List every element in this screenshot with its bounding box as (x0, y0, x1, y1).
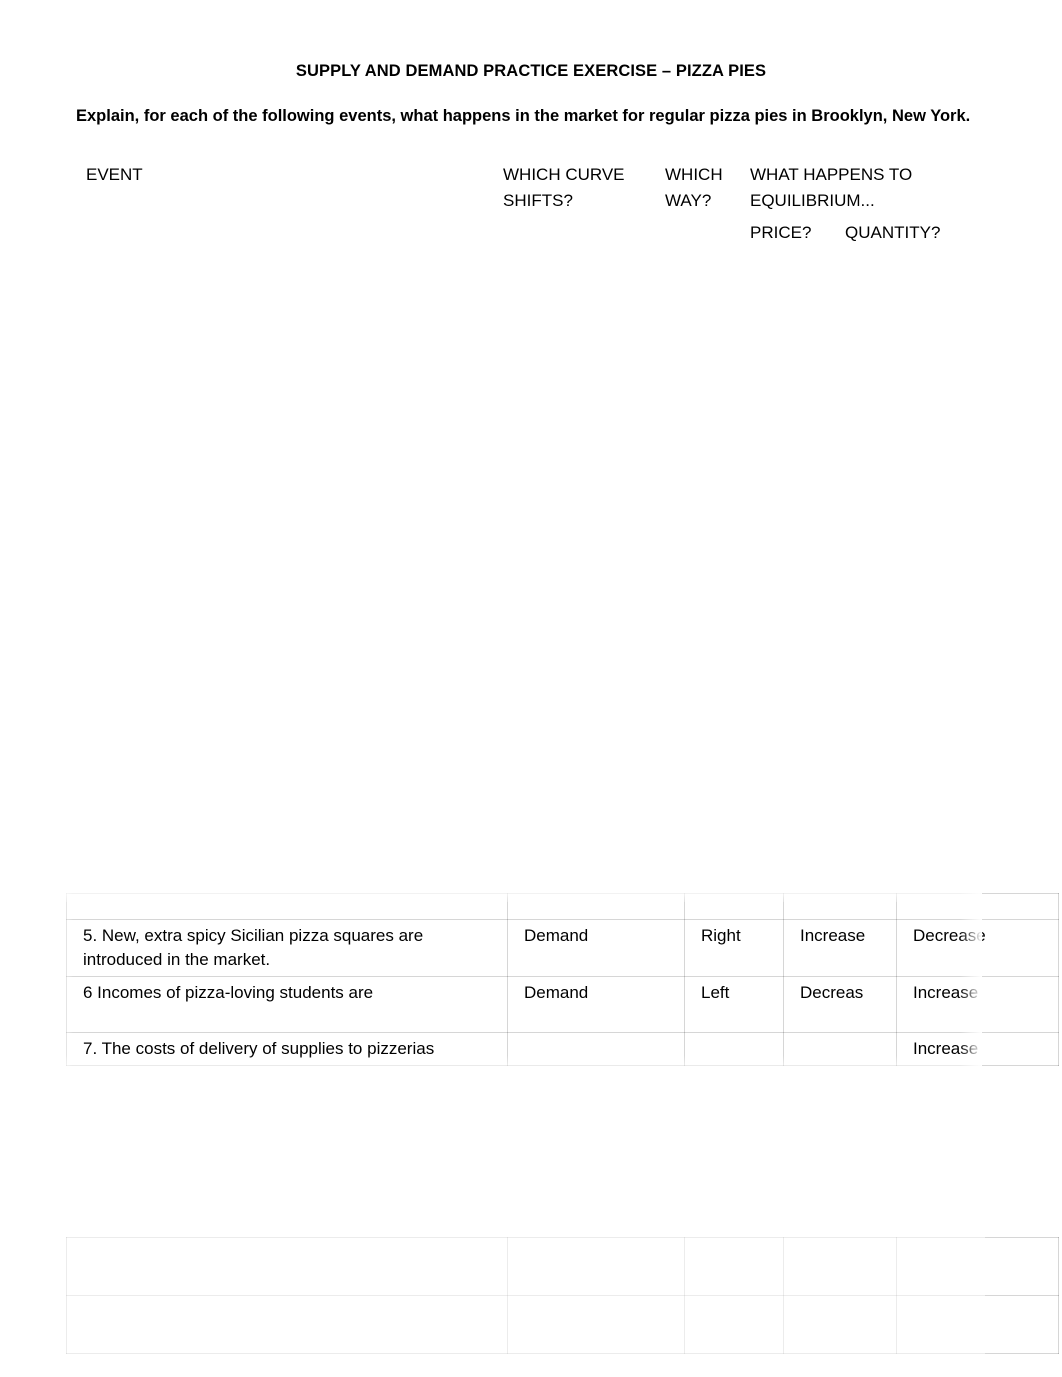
cell-quantity: Increase (896, 1032, 1059, 1066)
column-header-quantity: QUANTITY? (845, 223, 941, 242)
cell-event (66, 1295, 508, 1354)
cell-way (684, 1032, 784, 1066)
cell-event (66, 893, 508, 920)
page-title: SUPPLY AND DEMAND PRACTICE EXERCISE – PI… (295, 62, 767, 80)
cell-curve (507, 1237, 685, 1296)
table-row (66, 1237, 1059, 1296)
cell-event: 6 Incomes of pizza-loving students are (66, 976, 508, 1033)
cell-curve (507, 1032, 685, 1066)
table-body (66, 1237, 1059, 1354)
cell-way: Right (684, 919, 784, 977)
cell-price (783, 1295, 897, 1354)
column-header-which-way: WHICH WAY? (665, 165, 723, 210)
cell-price: Decreas (783, 976, 897, 1033)
table-row: 6 Incomes of pizza-loving students are D… (66, 976, 1059, 1033)
cell-way: Left (684, 976, 784, 1033)
cell-event: 5. New, extra spicy Sicilian pizza squar… (66, 919, 508, 977)
cell-way (684, 1237, 784, 1296)
table-row (66, 893, 1059, 920)
table-row: 5. New, extra spicy Sicilian pizza squar… (66, 919, 1059, 977)
cell-price (783, 893, 897, 920)
column-header-which-curve-shifts: WHICH CURVE SHIFTS? (503, 165, 625, 210)
cell-curve (507, 893, 685, 920)
cell-event (66, 1237, 508, 1296)
document-page: SUPPLY AND DEMAND PRACTICE EXERCISE – PI… (0, 0, 1062, 1377)
table-row (66, 1295, 1059, 1354)
cell-quantity (896, 1237, 1059, 1296)
table-body: 5. New, extra spicy Sicilian pizza squar… (66, 893, 1059, 1066)
cell-quantity: Increase (896, 976, 1059, 1033)
cell-quantity (896, 893, 1059, 920)
table-row: 7. The costs of delivery of supplies to … (66, 1032, 1059, 1066)
cell-curve: Demand (507, 919, 685, 977)
cell-quantity (896, 1295, 1059, 1354)
instruction-paragraph: Explain, for each of the following event… (76, 107, 971, 125)
column-header-event: EVENT (86, 165, 143, 184)
cell-curve (507, 1295, 685, 1354)
cell-way (684, 893, 784, 920)
column-header-what-happens-to-equilibrium: WHAT HAPPENS TO EQUILIBRIUM... (750, 165, 913, 210)
cell-event: 7. The costs of delivery of supplies to … (66, 1032, 508, 1066)
cell-price: Increase (783, 919, 897, 977)
cell-price (783, 1032, 897, 1066)
column-header-price: PRICE? (750, 223, 812, 242)
cell-quantity: Decrease (896, 919, 1059, 977)
answers-table-main: 5. New, extra spicy Sicilian pizza squar… (66, 893, 1059, 1066)
answers-table-lower (66, 1237, 1059, 1354)
cell-way (684, 1295, 784, 1354)
cell-price (783, 1237, 897, 1296)
cell-curve: Demand (507, 976, 685, 1033)
